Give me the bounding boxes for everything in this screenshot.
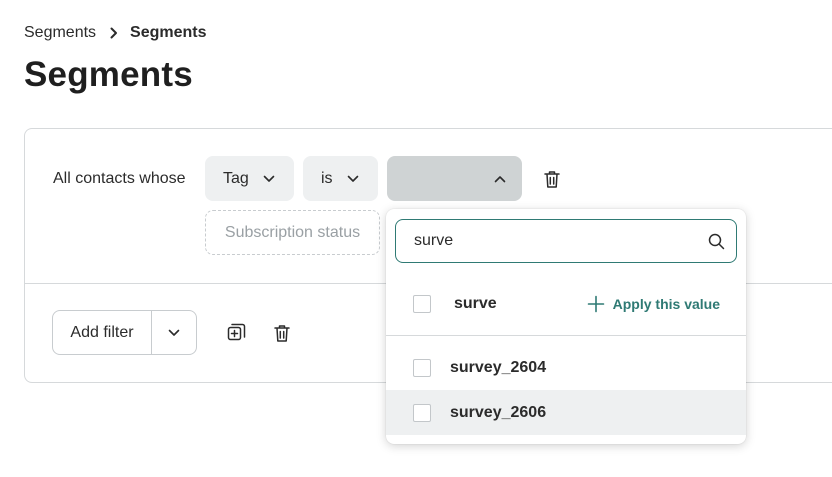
search-input[interactable] — [396, 220, 696, 262]
value-select[interactable] — [387, 156, 522, 201]
chevron-down-icon[interactable] — [152, 311, 196, 354]
breadcrumb-parent[interactable]: Segments — [24, 24, 96, 42]
chevron-up-icon — [494, 175, 506, 183]
duplicate-icon[interactable] — [227, 323, 246, 342]
typed-value-option[interactable]: surve Apply this value — [386, 281, 746, 326]
add-filter-button[interactable]: Add filter — [52, 310, 197, 355]
segments-page: Segments Segments Segments All contacts … — [0, 0, 832, 477]
apply-value-button[interactable]: Apply this value — [587, 295, 720, 313]
option-checkbox[interactable] — [413, 403, 431, 422]
breadcrumb-current: Segments — [130, 24, 207, 41]
value-dropdown: surve Apply this value survey_2604 surve… — [386, 209, 746, 444]
operator-select[interactable]: is — [303, 156, 378, 201]
chevron-down-icon — [263, 175, 275, 183]
trash-icon[interactable] — [273, 323, 291, 343]
trash-icon[interactable] — [543, 169, 561, 189]
list-item[interactable]: survey_2606 — [386, 390, 746, 435]
breadcrumb: Segments Segments — [24, 24, 207, 42]
chevron-down-icon — [347, 175, 359, 183]
add-filter-label[interactable]: Add filter — [53, 311, 152, 354]
typed-value-checkbox[interactable] — [413, 294, 431, 313]
option-label: survey_2604 — [450, 358, 547, 376]
plus-icon — [587, 295, 605, 313]
typed-value-label: surve — [454, 294, 497, 312]
field-select[interactable]: Tag — [205, 156, 294, 201]
operator-select-value: is — [321, 169, 333, 187]
page-title: Segments — [24, 55, 193, 94]
field-select-value: Tag — [223, 169, 249, 187]
list-item[interactable]: survey_2604 — [386, 345, 746, 390]
option-label: survey_2606 — [450, 403, 547, 421]
chevron-right-icon — [110, 27, 118, 39]
search-icon[interactable] — [696, 233, 736, 250]
dropdown-divider — [386, 335, 746, 336]
subscription-status-placeholder[interactable]: Subscription status — [205, 210, 380, 255]
apply-value-label: Apply this value — [612, 295, 720, 312]
search-box — [395, 219, 737, 263]
option-checkbox[interactable] — [413, 358, 431, 377]
rule-label: All contacts whose — [53, 170, 186, 187]
